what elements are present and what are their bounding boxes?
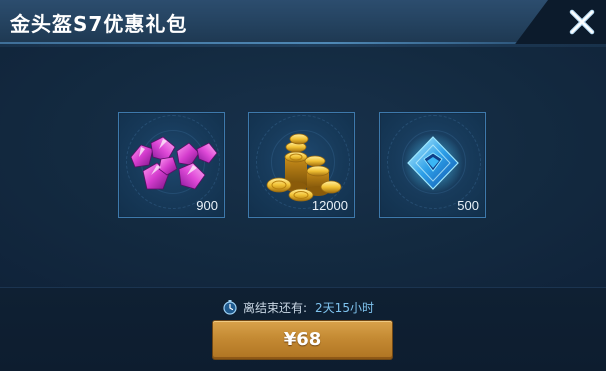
reward-item-blue-crystal[interactable]: 500 bbox=[379, 112, 486, 218]
reward-item-purple-gems[interactable]: 900 bbox=[118, 112, 225, 218]
close-icon bbox=[569, 9, 595, 35]
purchase-button[interactable]: ¥68 bbox=[213, 321, 392, 359]
gift-pack-dialog: 金头盔S7优惠礼包 900 12000 500 离结束还有: 2天15小时 ¥6… bbox=[0, 0, 606, 371]
dialog-title: 金头盔S7优惠礼包 bbox=[10, 12, 188, 36]
item-quantity: 900 bbox=[196, 198, 218, 213]
close-button[interactable] bbox=[566, 6, 598, 38]
countdown-timer: 离结束还有: 2天15小时 bbox=[222, 298, 374, 316]
item-quantity: 500 bbox=[457, 198, 479, 213]
item-quantity: 12000 bbox=[311, 198, 348, 213]
stopwatch-icon bbox=[223, 300, 237, 315]
reward-items: 900 12000 500 bbox=[118, 112, 488, 220]
dialog-header: 金头盔S7优惠礼包 bbox=[0, 0, 606, 44]
timer-value: 2天15小时 bbox=[315, 300, 374, 315]
reward-item-gold-coins[interactable]: 12000 bbox=[248, 112, 355, 218]
timer-label: 离结束还有: bbox=[243, 300, 308, 315]
dialog-footer: 离结束还有: 2天15小时 ¥68 bbox=[0, 287, 606, 371]
